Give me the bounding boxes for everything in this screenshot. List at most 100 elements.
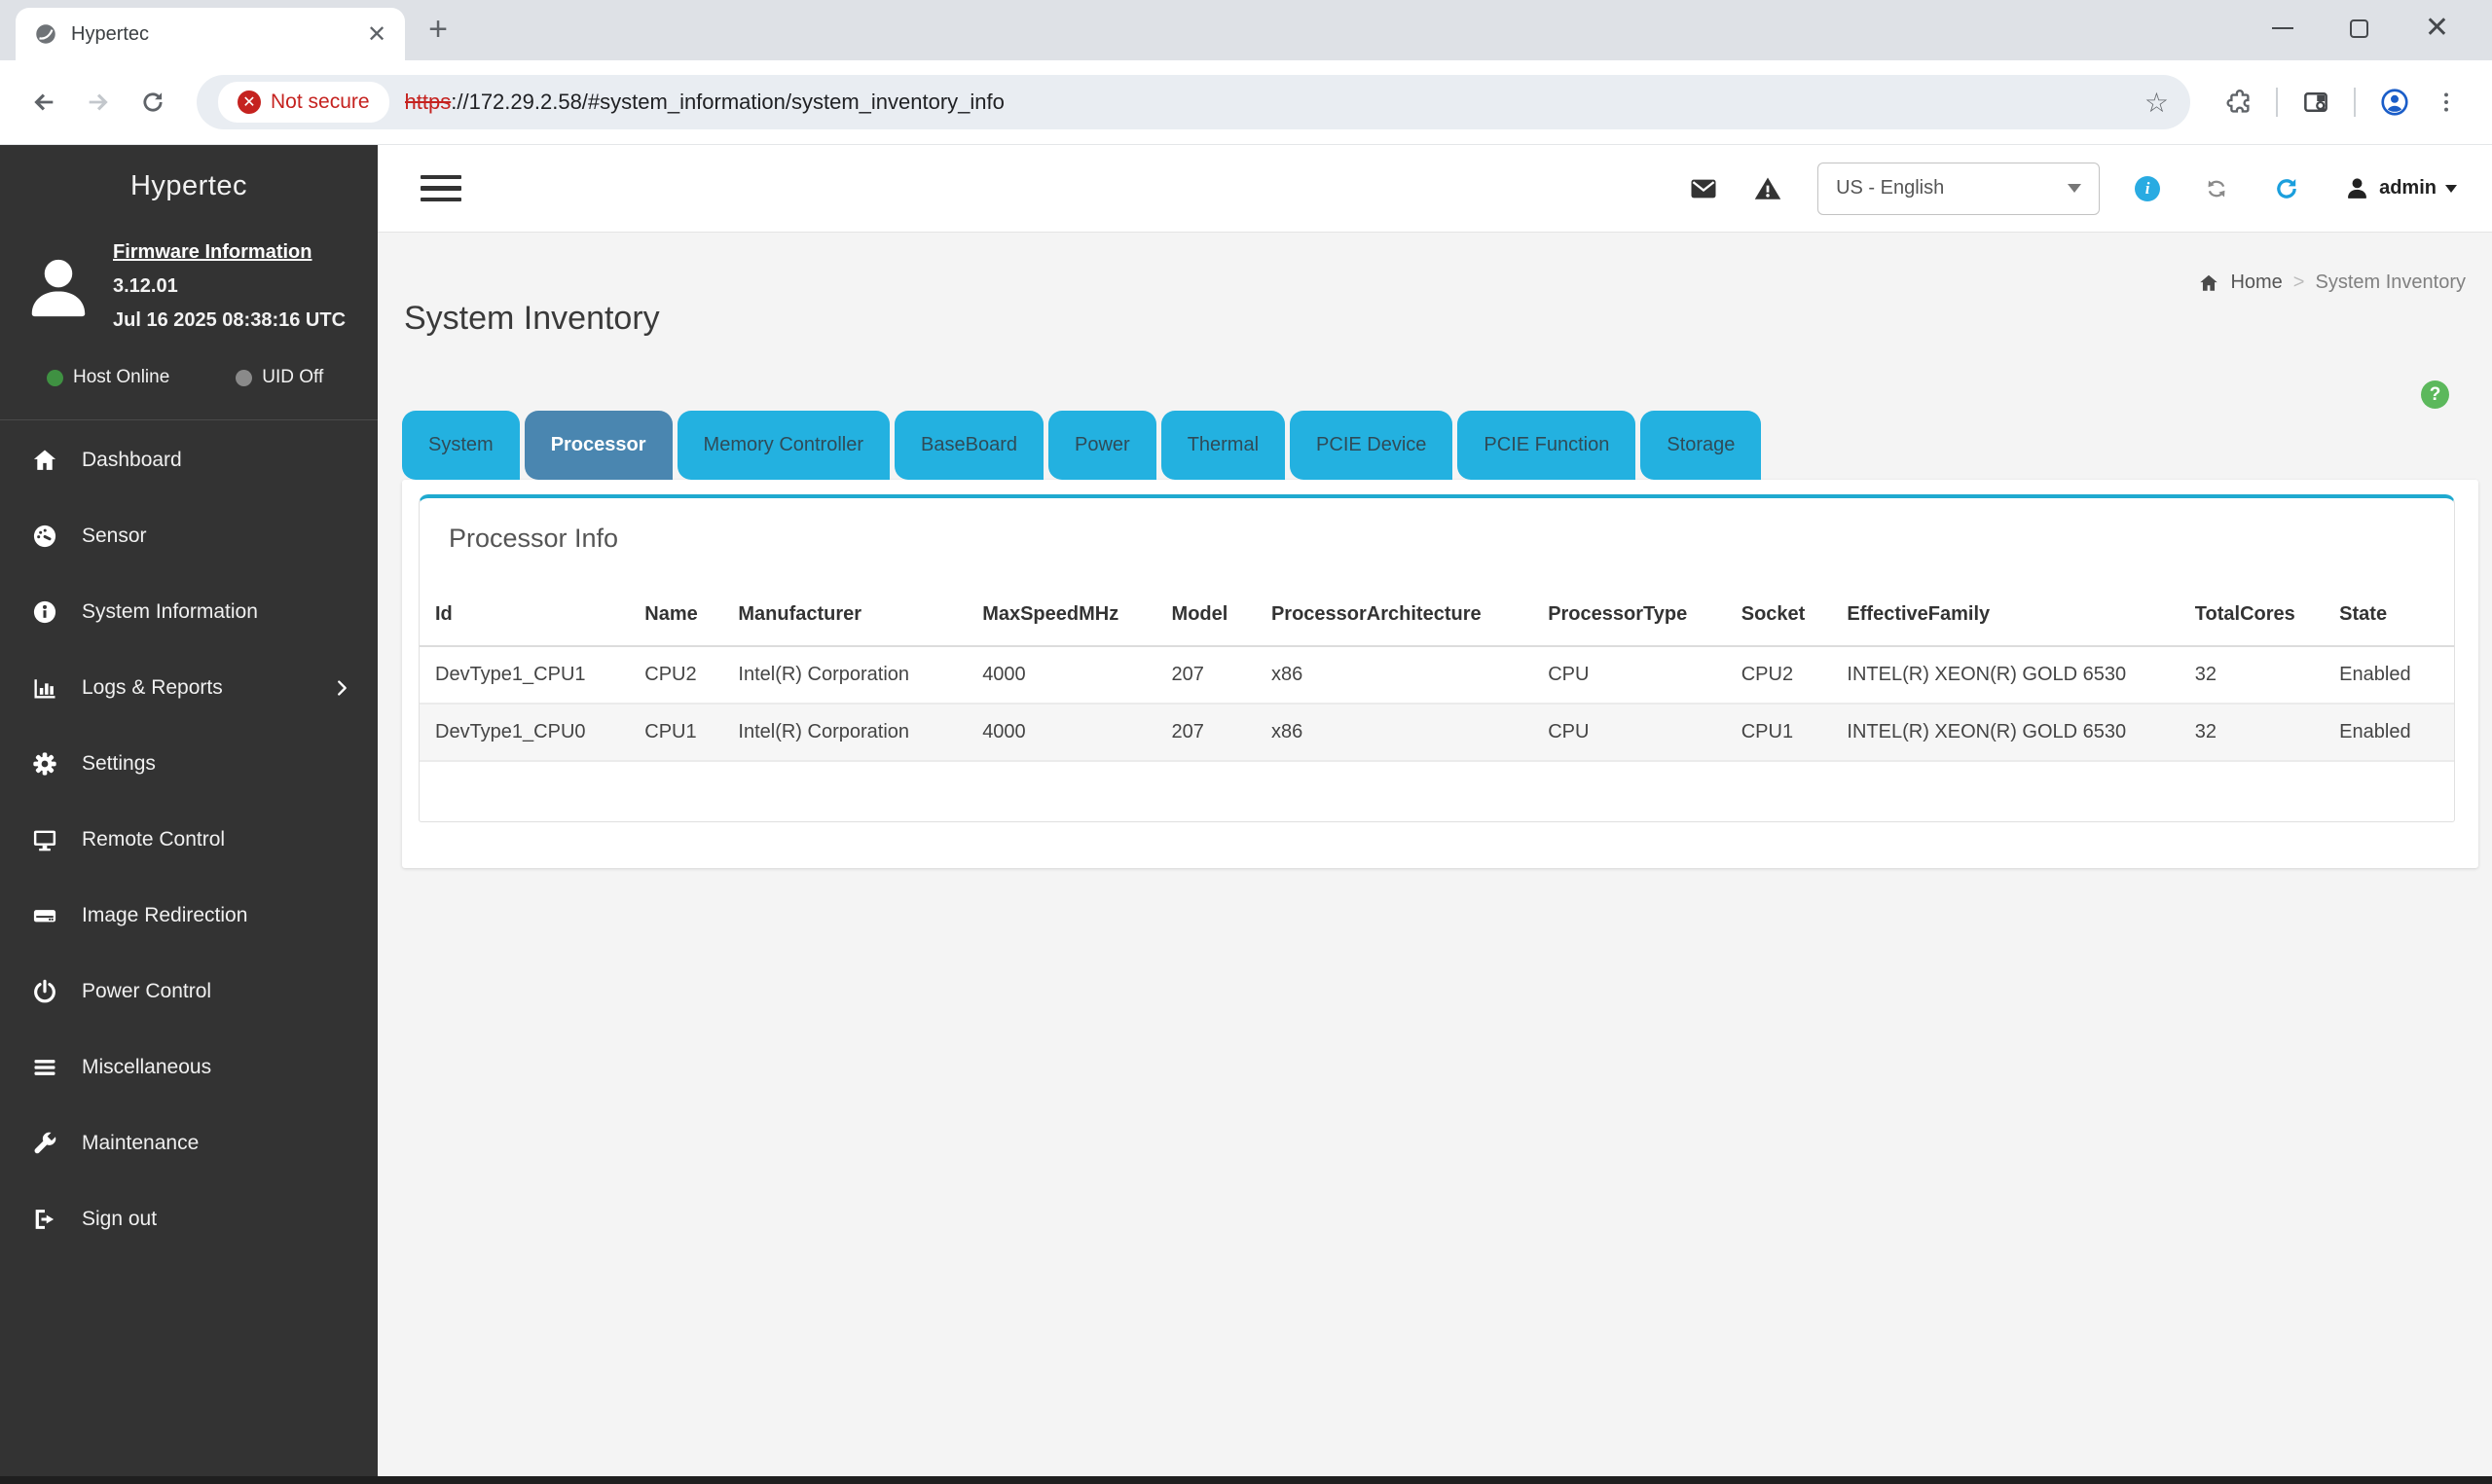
sidebar-item-sign-out[interactable]: Sign out [0, 1181, 378, 1257]
cell-socket: CPU1 [1726, 704, 1832, 761]
col-header: ProcessorType [1532, 580, 1726, 646]
tab-content-card: Processor Info Id Name Manufacturer [402, 480, 2478, 868]
firmware-information-link[interactable]: Firmware Information [113, 241, 346, 264]
col-header: State [2324, 580, 2454, 646]
col-header: EffectiveFamily [1831, 580, 2179, 646]
sidebar-item-maintenance[interactable]: Maintenance [0, 1105, 378, 1181]
breadcrumb-current: System Inventory [2315, 271, 2466, 294]
cell-state: Enabled [2324, 704, 2454, 761]
window-close-icon[interactable]: ✕ [2425, 14, 2449, 43]
refresh-icon [2273, 175, 2300, 202]
breadcrumb-home-link[interactable]: Home [2230, 271, 2282, 294]
cell-manufacturer: Intel(R) Corporation [722, 704, 967, 761]
cell-totalcores: 32 [2180, 704, 2324, 761]
window-controls: ✕ [2229, 0, 2492, 56]
host-online-dot-icon [47, 370, 63, 386]
processor-info-panel: Processor Info Id Name Manufacturer [419, 494, 2455, 822]
bios-button[interactable]: i [2135, 176, 2169, 201]
table-row: DevType1_CPU0 CPU1 Intel(R) Corporation … [420, 704, 2454, 761]
sidebar-item-sensor[interactable]: Sensor [0, 498, 378, 574]
hamburger-menu-icon[interactable] [421, 175, 461, 202]
help-icon[interactable]: ? [2421, 380, 2449, 409]
language-select[interactable]: US - English [1817, 163, 2100, 215]
cell-family: INTEL(R) XEON(R) GOLD 6530 [1831, 704, 2179, 761]
tab-pcie-function[interactable]: PCIE Function [1457, 411, 1635, 480]
reload-icon[interactable] [132, 82, 173, 123]
gear-icon [29, 750, 60, 778]
tab-thermal[interactable]: Thermal [1161, 411, 1285, 480]
new-tab-button[interactable]: + [421, 12, 456, 47]
user-caret-icon [2445, 185, 2457, 193]
table-empty-row [420, 761, 2454, 821]
col-header: TotalCores [2180, 580, 2324, 646]
sidebar-item-remote-control[interactable]: Remote Control [0, 802, 378, 878]
sidebar-item-dashboard[interactable]: Dashboard [0, 422, 378, 498]
bar-chart-icon [29, 674, 60, 702]
forward-icon[interactable] [78, 82, 119, 123]
tab-power[interactable]: Power [1048, 411, 1156, 480]
not-secure-chip[interactable]: ✕ Not secure [218, 82, 389, 123]
alerts-warning-icon[interactable] [1753, 174, 1782, 203]
app-topbar: US - English i [378, 145, 2492, 233]
firmware-profile-block: Firmware Information 3.12.01 Jul 16 2025… [21, 241, 362, 332]
user-icon [2344, 175, 2370, 201]
window-bottom-edge [0, 1476, 2492, 1484]
browser-tab[interactable]: Hypertec ✕ [16, 8, 405, 60]
sidebar-item-settings[interactable]: Settings [0, 726, 378, 802]
tab-processor[interactable]: Processor [525, 411, 673, 480]
tab-system[interactable]: System [402, 411, 520, 480]
sidebar-item-power-control[interactable]: Power Control [0, 954, 378, 1030]
sidebar-item-logs-reports[interactable]: Logs & Reports [0, 650, 378, 726]
sync-button[interactable] [2204, 176, 2238, 201]
breadcrumb-separator: > [2293, 271, 2305, 294]
bookmark-star-icon[interactable]: ☆ [2144, 87, 2169, 119]
window-minimize-icon[interactable] [2272, 27, 2293, 29]
status-row: Host Online UID Off [47, 367, 378, 388]
panel-heading: Processor Info [449, 524, 2454, 554]
tab-memory-controller[interactable]: Memory Controller [678, 411, 890, 480]
browser-tabstrip: Hypertec ✕ + ✕ [0, 0, 2492, 60]
disk-icon [29, 902, 60, 929]
kebab-menu-icon[interactable] [2434, 88, 2459, 117]
cell-id: DevType1_CPU0 [420, 704, 629, 761]
browser-action-icons [2214, 87, 2469, 118]
messages-envelope-icon[interactable] [1689, 174, 1718, 203]
cell-maxspeed: 4000 [967, 646, 1155, 704]
cell-model: 207 [1156, 646, 1256, 704]
refresh-button[interactable] [2273, 175, 2309, 202]
tab-pcie-device[interactable]: PCIE Device [1290, 411, 1452, 480]
wrench-icon [29, 1130, 60, 1157]
breadcrumb-home-icon [2198, 272, 2219, 294]
table-row: DevType1_CPU1 CPU2 Intel(R) Corporation … [420, 646, 2454, 704]
url-text: https://172.29.2.58/#system_information/… [405, 90, 1005, 115]
sidebar-item-label: System Information [82, 600, 258, 624]
cell-name: CPU1 [629, 704, 722, 761]
tab-storage[interactable]: Storage [1640, 411, 1761, 480]
back-icon[interactable] [23, 82, 64, 123]
url-scheme: https [405, 90, 452, 114]
cell-model: 207 [1156, 704, 1256, 761]
home-icon [29, 447, 60, 474]
power-icon [29, 978, 60, 1005]
user-menu[interactable]: admin [2344, 175, 2457, 201]
url-bar[interactable]: ✕ Not secure https://172.29.2.58/#system… [197, 75, 2190, 129]
sidebar-item-image-redirection[interactable]: Image Redirection [0, 878, 378, 954]
app-root: Hypertec Firmware Information 3.12.01 Ju… [0, 145, 2492, 1476]
tab-baseboard[interactable]: BaseBoard [895, 411, 1044, 480]
profile-icon[interactable] [2379, 87, 2410, 118]
window-maximize-icon[interactable] [2350, 19, 2368, 38]
page-title: System Inventory [404, 300, 2478, 338]
uid-off-dot-icon [236, 370, 252, 386]
processor-table: Id Name Manufacturer MaxSpeedMHz Model P… [420, 580, 2454, 821]
extensions-puzzle-icon[interactable] [2223, 88, 2253, 117]
avatar-icon [21, 250, 95, 324]
side-panel-search-icon[interactable] [2301, 88, 2330, 117]
sidebar-item-label: Power Control [82, 980, 211, 1003]
list-icon [29, 1054, 60, 1081]
sidebar-item-miscellaneous[interactable]: Miscellaneous [0, 1030, 378, 1105]
cell-family: INTEL(R) XEON(R) GOLD 6530 [1831, 646, 2179, 704]
table-header-row: Id Name Manufacturer MaxSpeedMHz Model P… [420, 580, 2454, 646]
col-header: Model [1156, 580, 1256, 646]
tab-close-icon[interactable]: ✕ [362, 19, 391, 49]
sidebar-item-system-information[interactable]: System Information [0, 574, 378, 650]
